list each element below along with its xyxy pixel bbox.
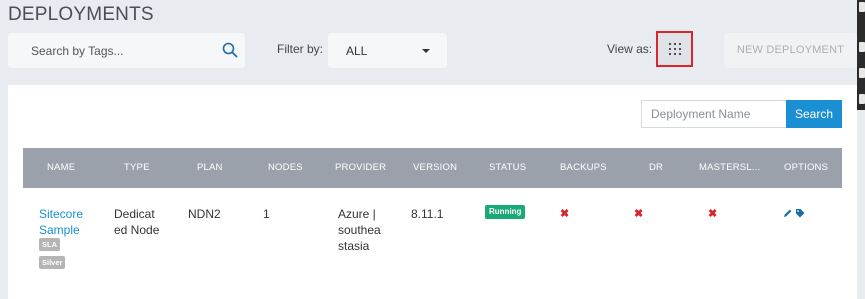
- type-text: ed Node: [114, 223, 160, 237]
- deployment-name-input[interactable]: [641, 100, 787, 128]
- provider-cell: Azure | southea stasia: [338, 206, 381, 254]
- column-header-plan[interactable]: PLAN: [197, 148, 223, 188]
- side-tool-icon[interactable]: [859, 42, 865, 52]
- plan-cell: NDN2: [188, 207, 221, 221]
- status-badge: Running: [485, 205, 526, 219]
- filter-label: Filter by:: [277, 42, 324, 56]
- column-header-status[interactable]: STATUS: [489, 148, 526, 188]
- tag-badge: Silver: [39, 256, 66, 269]
- column-header-version[interactable]: VERSION: [413, 148, 457, 188]
- column-header-name[interactable]: NAME: [47, 148, 75, 188]
- table-header: NAME TYPE PLAN NODES PROVIDER VERSION ST…: [23, 148, 842, 188]
- type-cell: Dedicat ed Node: [114, 206, 159, 238]
- filter-select-value: ALL: [346, 44, 368, 58]
- masterslave-x-icon: ✖: [708, 208, 718, 220]
- dr-x-icon: ✖: [634, 208, 644, 220]
- deployment-name-link[interactable]: Sitecore Sample: [39, 206, 83, 238]
- column-header-masterslave[interactable]: MASTERSL...: [699, 148, 760, 188]
- tag-badge: SLA: [39, 238, 60, 251]
- type-text: Dedicat: [114, 207, 155, 221]
- column-header-options: OPTIONS: [784, 162, 829, 173]
- edit-pencil-icon[interactable]: [783, 208, 793, 218]
- side-tool-icon[interactable]: [859, 2, 865, 12]
- side-tool-icon[interactable]: [859, 68, 865, 78]
- grid-view-button[interactable]: [656, 31, 693, 67]
- deployment-name-line[interactable]: Sitecore: [39, 206, 83, 222]
- view-as-label: View as:: [607, 42, 653, 56]
- chevron-down-icon: [422, 49, 430, 53]
- column-header-nodes[interactable]: NODES: [268, 148, 303, 188]
- backups-x-icon: ✖: [560, 208, 570, 220]
- column-header-type[interactable]: TYPE: [124, 148, 150, 188]
- provider-text: Azure |: [338, 207, 376, 221]
- side-tool-icon[interactable]: [859, 94, 865, 104]
- version-cell: 8.11.1: [411, 207, 444, 221]
- deployment-name-line[interactable]: Sample: [39, 222, 83, 238]
- search-icon[interactable]: [222, 42, 238, 58]
- nodes-cell: 1: [263, 207, 270, 221]
- tag-search-input[interactable]: [8, 33, 198, 68]
- tag-icon[interactable]: [795, 208, 805, 218]
- grid-view-icon: [669, 43, 681, 55]
- new-deployment-button[interactable]: NEW DEPLOYMENT: [724, 33, 857, 68]
- provider-text: stasia: [338, 239, 370, 253]
- search-button[interactable]: Search: [786, 100, 842, 128]
- filter-select[interactable]: ALL: [328, 33, 447, 68]
- column-header-backups[interactable]: BACKUPS: [560, 148, 607, 188]
- page-title: DEPLOYMENTS: [8, 4, 154, 25]
- column-header-dr[interactable]: DR: [649, 148, 663, 188]
- side-toolbar-strip: [857, 0, 865, 110]
- provider-text: southea: [338, 223, 381, 237]
- tag-search-box[interactable]: [8, 33, 245, 68]
- deployments-panel: Search NAME TYPE PLAN NODES PROVIDER VER…: [8, 85, 857, 299]
- column-header-provider[interactable]: PROVIDER: [335, 148, 386, 188]
